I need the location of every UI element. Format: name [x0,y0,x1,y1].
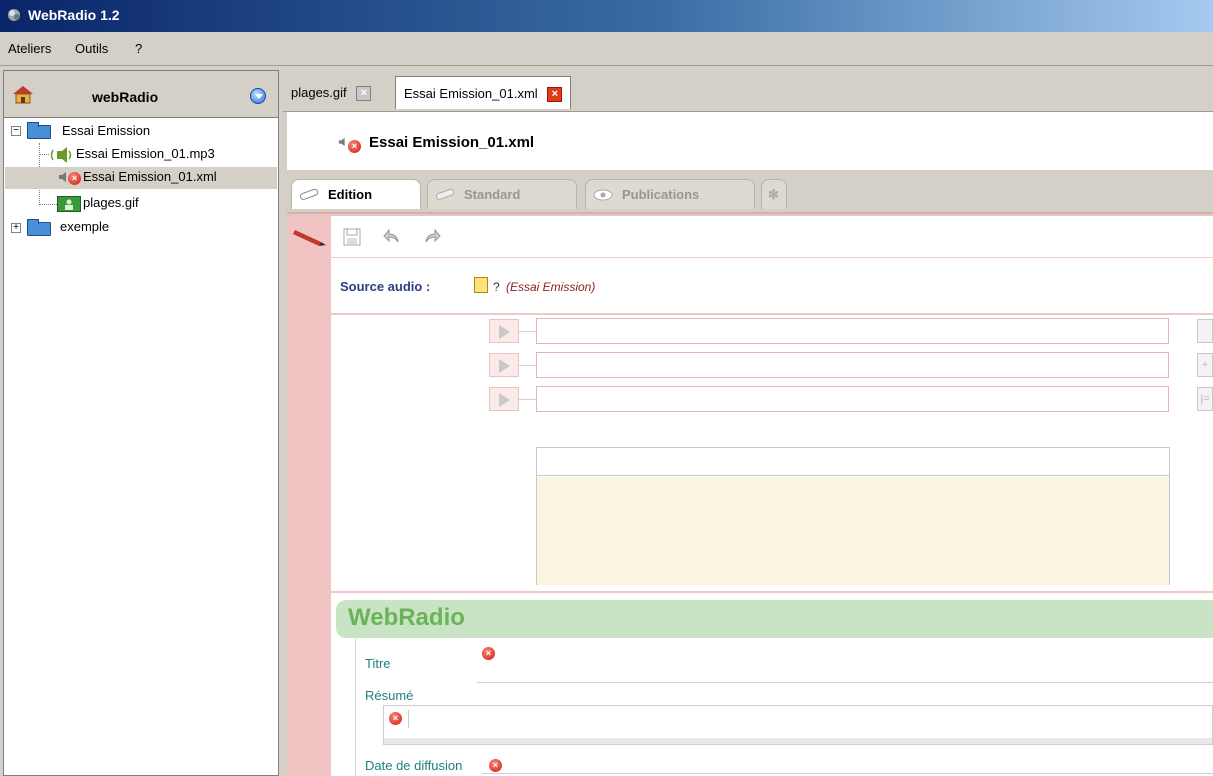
tab-standard[interactable]: Standard [427,179,577,209]
play-button[interactable] [489,387,519,411]
tab-label: plages.gif [291,85,347,100]
resume-input[interactable]: × [383,705,1213,745]
error-icon: × [489,759,502,772]
tree-item-mp3[interactable]: Essai Emission_01.mp3 [4,144,278,166]
segment-detail-box[interactable] [536,447,1170,585]
tree-item-label: exemple [60,219,110,234]
workspace-menu-icon[interactable] [250,88,266,104]
editor-margin [287,216,331,776]
menu-bar: Ateliers Outils ? [0,32,1213,66]
field-label-date: Date de diffusion [365,758,463,773]
app-icon [8,9,20,21]
gear-icon: ✻ [768,187,779,202]
text-cursor-line [408,710,409,728]
section-title: WebRadio [348,604,465,631]
source-audio-label: Source audio : [340,279,431,294]
workspace-title: webRadio [92,89,159,105]
save-icon[interactable] [343,228,361,246]
titre-input-line[interactable] [477,682,1213,683]
error-icon: × [389,712,402,725]
segment-input[interactable] [536,318,1169,344]
field-label-resume: Résumé [365,688,414,703]
tab-settings[interactable]: ✻ [761,179,787,209]
note-icon[interactable] [474,277,488,293]
tab-publications[interactable]: Publications [585,179,755,209]
workspace-header: webRadio [4,71,278,118]
undo-icon[interactable] [383,228,401,246]
add-segment-button[interactable]: + [1197,353,1213,377]
segment-input[interactable] [536,352,1169,378]
tree-item-gif[interactable]: plages.gif [4,193,278,215]
eye-icon [593,189,613,201]
section-guide-line [355,638,356,776]
segment-input[interactable] [536,386,1169,412]
close-icon[interactable]: × [547,87,563,103]
segment-side-button[interactable] [1197,319,1213,343]
error-icon: × [348,140,361,153]
connector-line [519,365,536,366]
error-icon: × [482,647,495,660]
title-bar: WebRadio 1.2 [0,0,1213,32]
source-audio-row: Source audio : ? (Essai Emission) [331,259,1213,315]
menu-help[interactable]: ? [135,41,142,56]
redo-icon[interactable] [423,228,441,246]
tab-label: Publications [622,187,700,202]
tree-item-essai-emission[interactable]: − Essai Emission [4,121,278,143]
pencil-icon [435,188,455,200]
tab-label: Essai Emission_01.xml [404,86,538,101]
window-title: WebRadio 1.2 [28,7,120,23]
tab-edition[interactable]: Edition [291,179,421,209]
split-segment-button[interactable]: |= [1197,387,1213,411]
tree-item-exemple[interactable]: + exemple [4,217,278,239]
date-input-line[interactable] [482,773,1213,774]
folder-icon [27,219,51,236]
editor-area: Source audio : ? (Essai Emission) + |= W… [287,216,1213,776]
home-icon[interactable] [12,85,34,105]
play-button[interactable] [489,353,519,377]
workspace-panel: webRadio − Essai Emission Essai Emission… [3,70,279,776]
resume-scrollbar[interactable] [384,738,1212,744]
source-audio-prefix: ? [493,280,500,294]
tab-plages-gif[interactable]: plages.gif × [283,76,379,109]
tree-item-xml[interactable]: × Essai Emission_01.xml [5,167,277,189]
menu-ateliers[interactable]: Ateliers [8,41,51,56]
divider [331,591,1213,593]
segment-detail-body[interactable] [537,477,1169,585]
tree-item-label: Essai Emission_01.xml [83,169,217,184]
tree-item-label: Essai Emission_01.mp3 [76,146,215,161]
tab-label: Standard [464,187,521,202]
image-file-icon [57,196,81,212]
tree-item-label: plages.gif [83,195,139,210]
close-icon[interactable]: × [356,86,372,102]
connector-line [519,331,536,332]
segment-detail-header [537,448,1169,476]
tab-label: Edition [328,187,373,202]
section-header-webradio: WebRadio [336,600,1213,638]
tab-essai-emission-xml[interactable]: Essai Emission_01.xml × [395,76,572,109]
connector-line [519,399,536,400]
document-tab-strip: plages.gif × Essai Emission_01.xml × [283,74,1213,112]
play-button[interactable] [489,319,519,343]
folder-open-icon [27,122,51,139]
document-header: × Essai Emission_01.xml [287,112,1213,170]
expand-icon[interactable]: + [11,223,21,233]
editor-toolbar [331,216,1213,258]
collapse-icon[interactable]: − [11,126,21,136]
pencil-icon [299,188,319,200]
source-audio-value[interactable]: (Essai Emission) [506,280,595,294]
audio-file-icon [50,147,72,163]
pencil-icon[interactable] [293,226,327,248]
tree-item-label: Essai Emission [62,123,151,138]
field-label-titre: Titre [365,656,391,671]
menu-outils[interactable]: Outils [75,41,108,56]
error-icon: × [68,172,81,185]
view-tab-bar: Edition Standard Publications ✻ [287,170,1213,214]
document-title: Essai Emission_01.xml [369,134,535,151]
